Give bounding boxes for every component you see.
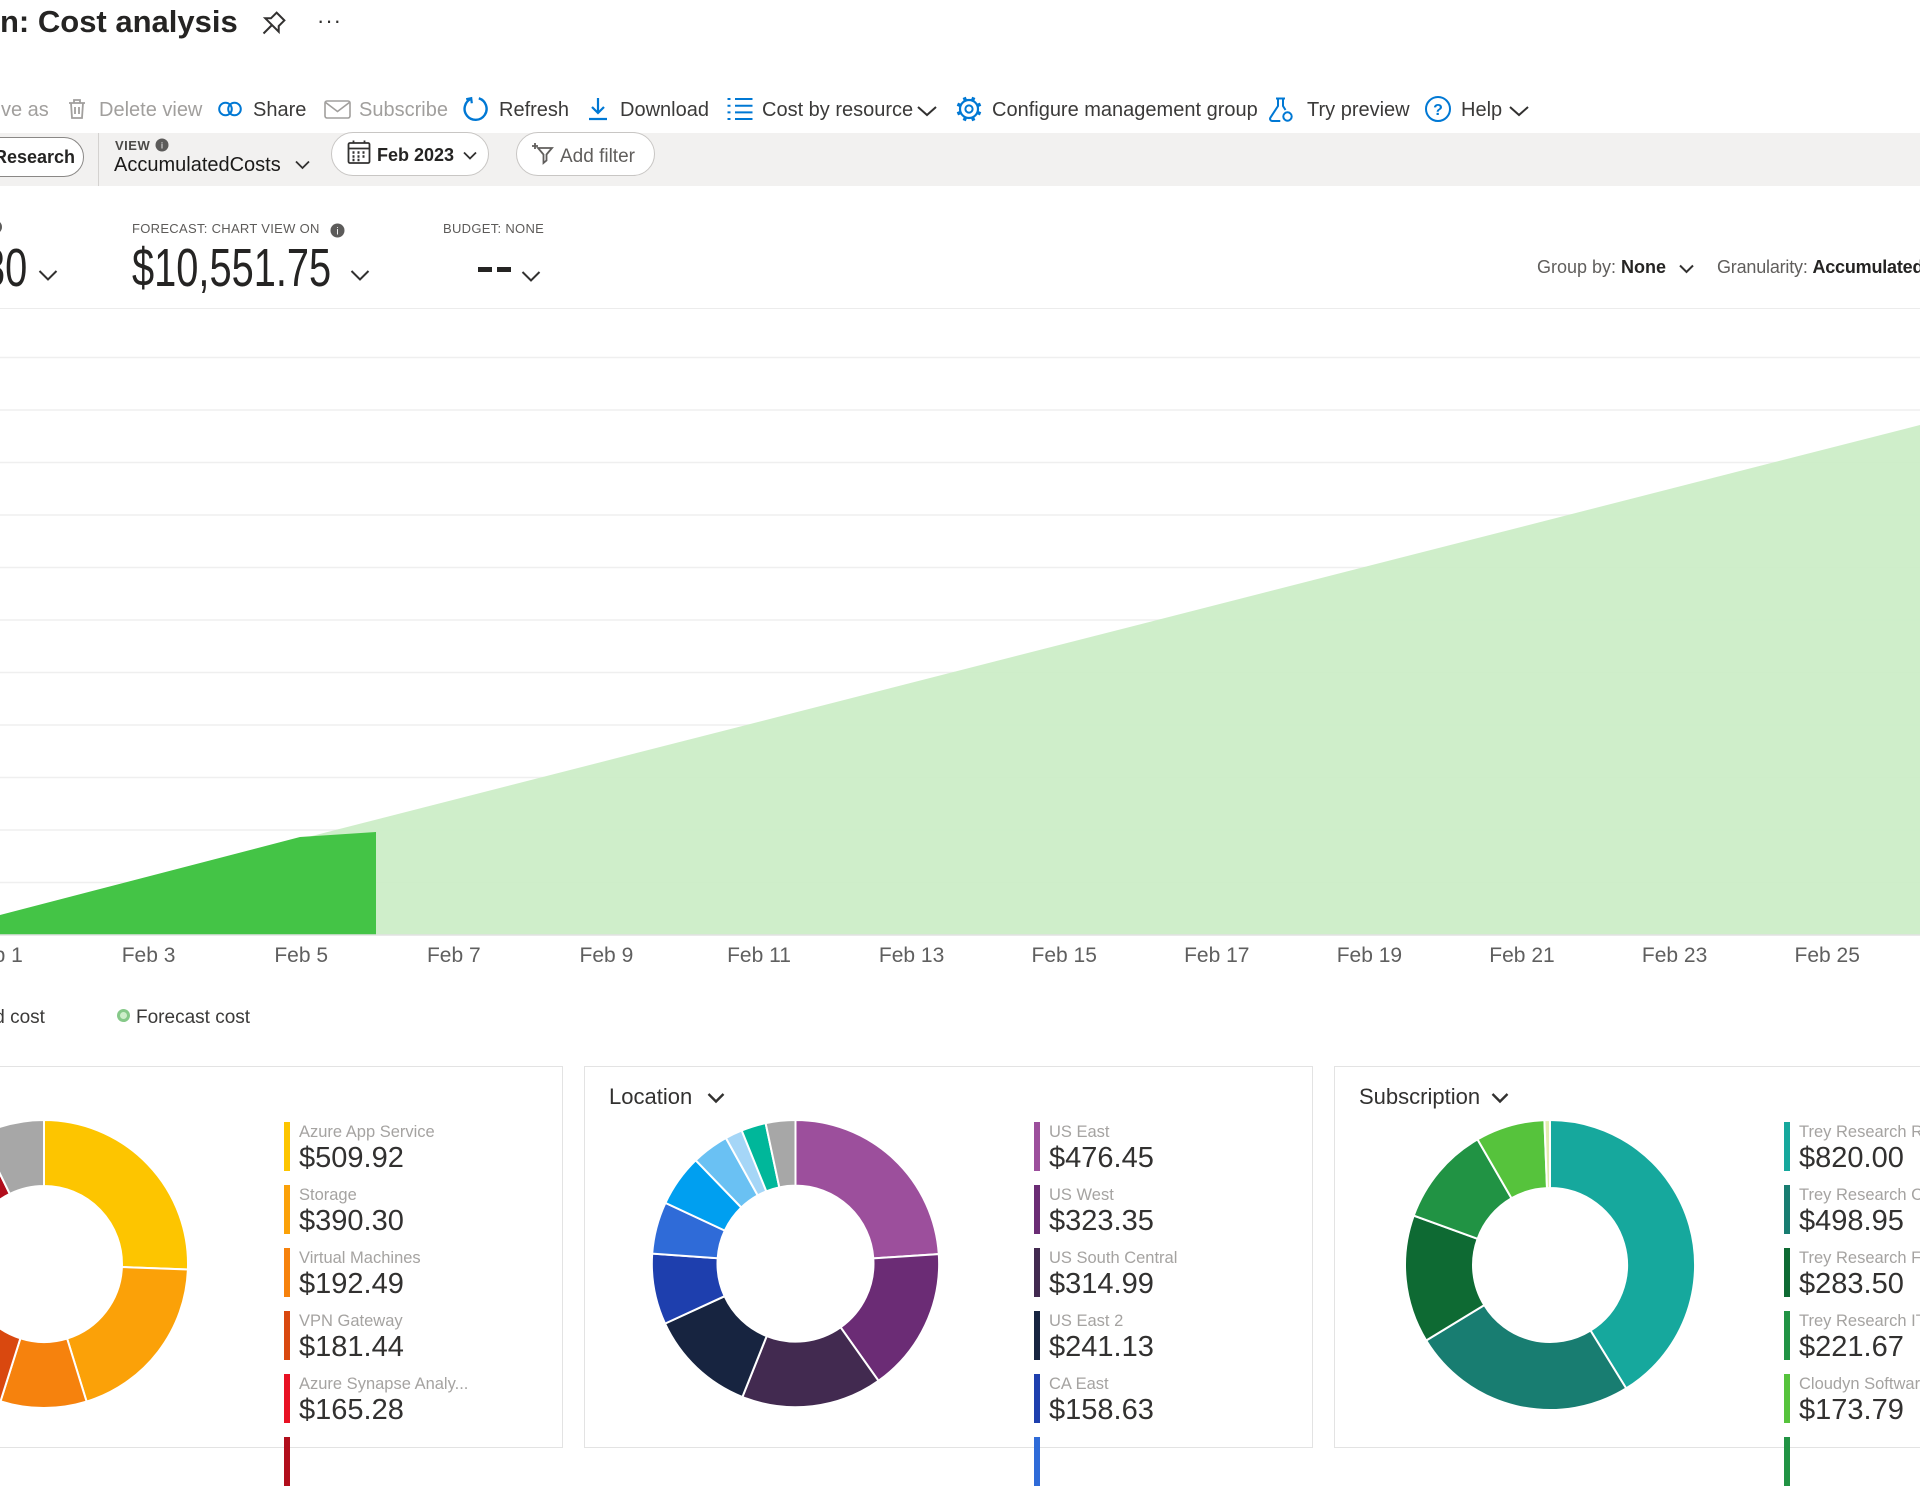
svg-text:Feb 19: Feb 19	[1337, 944, 1402, 967]
svg-text:i: i	[336, 227, 338, 238]
svg-text:Feb 15: Feb 15	[1032, 944, 1097, 967]
svg-text:Feb 9: Feb 9	[580, 944, 634, 967]
svg-text:Feb 13: Feb 13	[879, 944, 944, 967]
svg-text:Feb 7: Feb 7	[427, 944, 481, 967]
svg-text:Feb 25: Feb 25	[1795, 944, 1860, 967]
svg-text:Feb 21: Feb 21	[1489, 944, 1554, 967]
svg-text:Feb 1: Feb 1	[0, 944, 23, 967]
svg-text:Feb 23: Feb 23	[1642, 944, 1707, 967]
svg-text:Feb 17: Feb 17	[1184, 944, 1249, 967]
svg-text:Feb 3: Feb 3	[122, 944, 176, 967]
svg-text:Feb 5: Feb 5	[274, 944, 328, 967]
svg-text:Feb 11: Feb 11	[727, 944, 791, 967]
svg-text:i: i	[161, 141, 163, 151]
svg-text:?: ?	[1433, 102, 1443, 119]
